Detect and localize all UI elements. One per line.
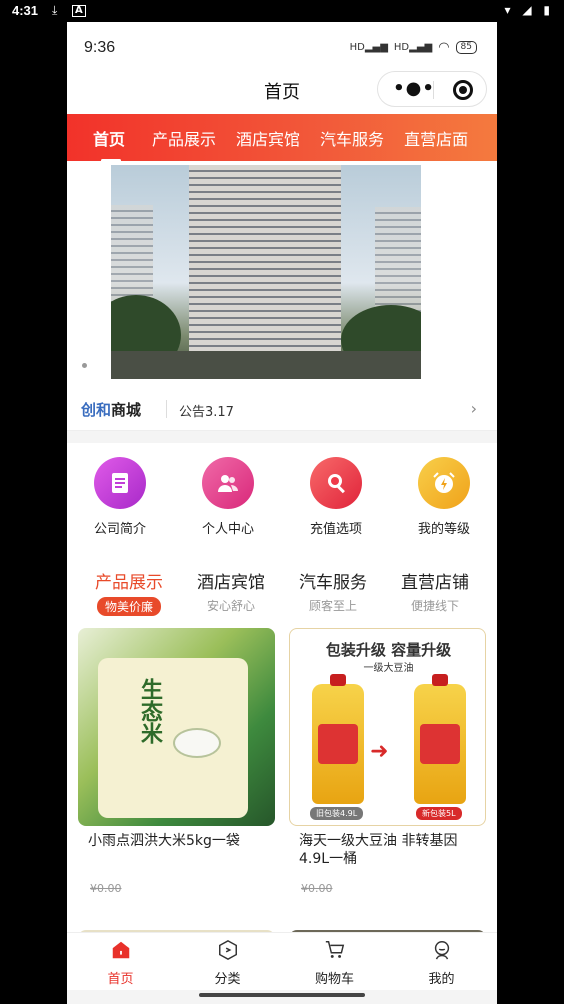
tabbar-label: 我的 <box>428 972 455 987</box>
shortcut-label: 充值选项 <box>309 522 362 537</box>
tabbar-label: 首页 <box>107 972 134 987</box>
tab-home[interactable]: 首页 <box>67 126 142 161</box>
product-card[interactable]: 包装升级 容量升级 一级大豆油 ➜ 旧包装4.9L 新包装5L 海天一级大豆油 … <box>289 628 486 928</box>
chevron-right-icon[interactable]: › <box>471 399 477 418</box>
document-icon <box>94 457 146 509</box>
image-headline: 包装升级 容量升级 <box>325 641 452 659</box>
arrow-right-icon: ➜ <box>370 739 389 764</box>
tabbar-home[interactable]: 首页 <box>67 939 174 987</box>
home-icon <box>112 941 129 959</box>
tab-stores[interactable]: 直营店面 <box>394 126 478 150</box>
shortcut-personal-center[interactable]: 个人中心 <box>183 457 273 537</box>
capsule-menu: •●• <box>377 71 487 107</box>
product-image-oil[interactable]: 包装升级 容量升级 一级大豆油 ➜ 旧包装4.9L 新包装5L <box>289 628 486 826</box>
category-subtitle: 安心舒心 <box>206 599 255 613</box>
download-icon: ⤓ <box>52 3 58 17</box>
wifi-icon: ◠ <box>438 40 450 55</box>
category-stores[interactable]: 直营店铺 便捷线下 <box>385 568 485 614</box>
close-miniprogram-icon[interactable] <box>453 80 473 100</box>
app-notification-icon: A <box>72 5 86 17</box>
announcement-text: 公告3.17 <box>179 405 234 420</box>
system-time: 4:31 <box>12 3 39 18</box>
announcement-bar[interactable]: 创和商城 公告3.17 › <box>67 387 497 431</box>
tab-products[interactable]: 产品展示 <box>142 126 226 150</box>
tabbar-cart[interactable]: 购物车 <box>281 939 388 987</box>
category-subtitle: 便捷线下 <box>410 599 459 613</box>
top-tab-bar: 首页 产品展示 酒店宾馆 汽车服务 直营店面 <box>67 114 497 161</box>
shortcut-recharge[interactable]: 充值选项 <box>291 457 381 537</box>
mini-program-screen: 9:36 HD▂▄▆ HD▂▄▆ ◠ 85 首页 •●• 首页 产品展示 酒店宾… <box>67 22 497 1004</box>
navigation-bar: 首页 •●• <box>67 68 497 114</box>
carousel-indicator[interactable] <box>82 363 87 368</box>
phone-time: 9:36 <box>84 39 116 56</box>
category-title: 酒店宾馆 <box>197 573 265 593</box>
category-icon <box>218 939 237 961</box>
system-indicators: ▾ ◢ ▮ <box>504 3 554 17</box>
new-package-badge: 新包装5L <box>416 807 462 820</box>
category-tabs: 产品展示 物美价廉 酒店宾馆 安心舒心 汽车服务 顾客至上 直营店铺 便捷线下 <box>67 548 497 622</box>
shortcut-my-level[interactable]: 我的等级 <box>399 457 489 537</box>
category-products[interactable]: 产品展示 物美价廉 <box>79 568 179 616</box>
category-hotels[interactable]: 酒店宾馆 安心舒心 <box>181 568 281 614</box>
home-indicator[interactable] <box>199 993 365 997</box>
tabbar-category[interactable]: 分类 <box>174 939 281 987</box>
bottom-tab-bar: 首页 分类 购物车 我的 <box>67 932 497 990</box>
signal-icon-2: HD▂▄▆ <box>393 42 433 53</box>
shortcut-label: 公司简介 <box>93 522 146 537</box>
shortcut-company-intro[interactable]: 公司简介 <box>75 457 165 537</box>
search-icon <box>310 457 362 509</box>
tabbar-label: 分类 <box>214 972 241 987</box>
battery-icon: 85 <box>455 41 477 54</box>
product-card[interactable]: 生态米 小雨点泗洪大米5kg一袋 ¥0.00 <box>78 628 275 928</box>
signal-icon: HD▂▄▆ <box>349 42 388 53</box>
category-title: 产品展示 <box>95 573 163 593</box>
tab-car-service[interactable]: 汽车服务 <box>310 126 394 150</box>
alarm-clock-icon <box>418 457 470 509</box>
category-title: 直营店铺 <box>401 573 469 593</box>
product-image-rice[interactable]: 生态米 <box>78 628 275 826</box>
product-price: ¥0.00 <box>301 882 333 895</box>
category-car-service[interactable]: 汽车服务 顾客至上 <box>283 568 383 614</box>
tab-hotels[interactable]: 酒店宾馆 <box>226 126 310 150</box>
shortcut-label: 我的等级 <box>417 522 470 537</box>
shopping-cart-icon <box>325 941 344 958</box>
category-title: 汽车服务 <box>299 573 367 593</box>
people-icon <box>202 457 254 509</box>
rice-bag-label: 生态米 <box>137 678 162 744</box>
product-name: 小雨点泗洪大米5kg一袋 <box>88 833 240 849</box>
product-name: 海天一级大豆油 非转基因4.9L一桶 <box>299 833 458 867</box>
category-subtitle: 顾客至上 <box>308 599 357 613</box>
banner-carousel[interactable] <box>67 161 497 387</box>
product-price: ¥0.00 <box>90 882 122 895</box>
category-subtitle: 物美价廉 <box>96 597 161 616</box>
image-subtitle: 一级大豆油 <box>363 663 414 674</box>
brand-logo: 创和商城 <box>81 401 142 419</box>
capsule-divider <box>433 81 434 99</box>
tabbar-profile[interactable]: 我的 <box>388 939 495 987</box>
shortcut-label: 个人中心 <box>201 522 254 537</box>
divider <box>166 400 167 418</box>
system-status-bar: 4:31 ⤓ A ▾ ◢ ▮ <box>0 0 564 22</box>
phone-status-icons: HD▂▄▆ HD▂▄▆ ◠ 85 <box>350 40 477 55</box>
old-package-badge: 旧包装4.9L <box>310 807 364 820</box>
banner-image[interactable] <box>111 165 421 379</box>
shortcut-grid: 公司简介 个人中心 充值选项 我的等级 <box>67 443 497 548</box>
tabbar-label: 购物车 <box>314 972 354 987</box>
product-grid: 生态米 小雨点泗洪大米5kg一袋 ¥0.00 包装升级 容量升级 一级大豆油 ➜… <box>67 622 497 942</box>
profile-icon <box>434 941 449 960</box>
phone-status-bar: 9:36 HD▂▄▆ HD▂▄▆ ◠ 85 <box>67 22 497 68</box>
more-options-icon[interactable]: •●• <box>392 78 436 99</box>
